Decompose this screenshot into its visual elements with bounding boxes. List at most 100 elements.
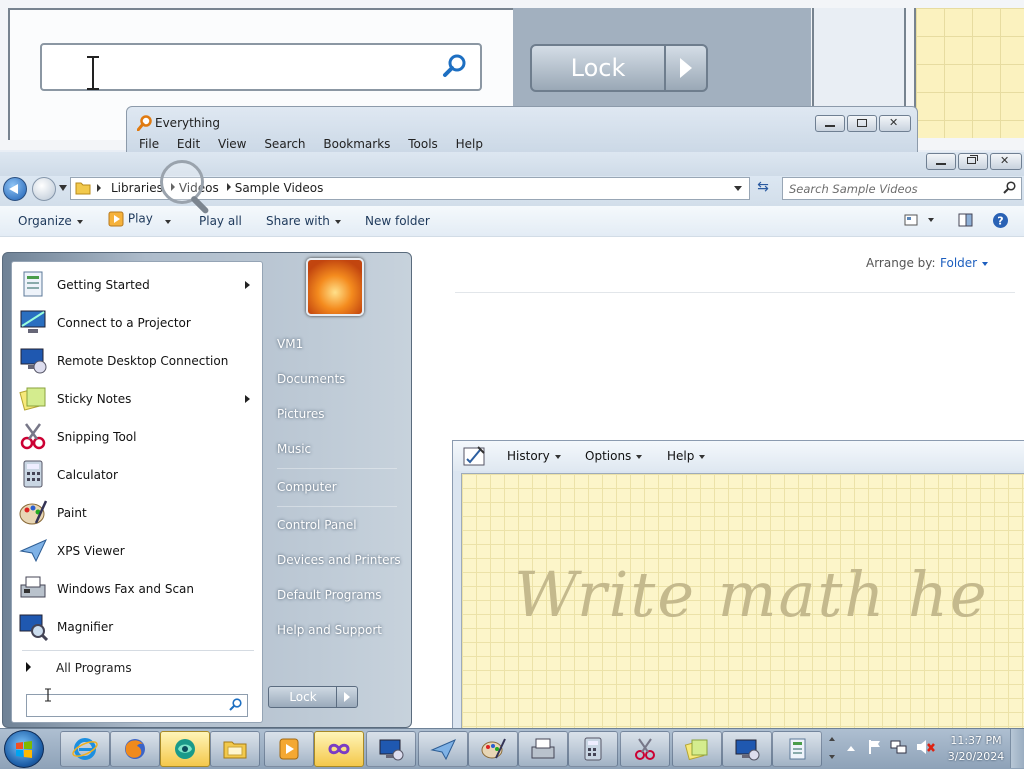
divider [22, 650, 254, 651]
arrange-by-label: Arrange by: [866, 256, 936, 270]
taskbar-infinity-app[interactable] [314, 731, 364, 767]
place-computer[interactable]: Computer [277, 480, 337, 494]
menu-tools[interactable]: Tools [408, 137, 438, 151]
close-button[interactable]: ✕ [879, 115, 911, 132]
refresh-icon[interactable]: ⇆ [752, 179, 774, 197]
taskbar-remote-desktop-2[interactable] [722, 731, 772, 767]
chevron-down-icon [165, 220, 171, 224]
calculator-icon [584, 737, 602, 761]
breadcrumb-libraries[interactable]: Libraries [111, 181, 163, 195]
paint-icon [481, 738, 506, 759]
arrange-by-dropdown[interactable]: Folder [940, 256, 989, 270]
network-icon[interactable] [890, 739, 908, 755]
taskbar-calculator[interactable] [568, 731, 618, 767]
breadcrumb-sample-videos[interactable]: Sample Videos [235, 181, 324, 195]
minimize-button[interactable] [926, 153, 956, 170]
text-cursor-icon [45, 688, 51, 702]
shutdown-options-button[interactable] [336, 686, 358, 708]
taskbar-fax-scan[interactable] [518, 731, 568, 767]
taskbar-snipping-tool[interactable] [620, 731, 670, 767]
place-music[interactable]: Music [277, 442, 311, 456]
breadcrumb-arrow-icon [226, 183, 231, 191]
menu-view[interactable]: View [218, 137, 246, 151]
share-with-button[interactable]: Share with [266, 214, 341, 228]
place-control-panel[interactable]: Control Panel [277, 518, 357, 532]
taskbar-explorer[interactable] [210, 731, 260, 767]
taskbar-remote-desktop[interactable] [366, 731, 416, 767]
taskbar-media-player[interactable] [264, 731, 314, 767]
menu-search[interactable]: Search [264, 137, 305, 151]
program-remote-desktop[interactable]: Remote Desktop Connection [16, 342, 256, 378]
help-button[interactable]: ? [992, 212, 1009, 232]
search-input[interactable]: Search Sample Videos [782, 177, 1022, 200]
menu-help[interactable]: Help [667, 449, 706, 463]
chevron-down-icon[interactable] [734, 186, 742, 191]
menu-help[interactable]: Help [456, 137, 483, 151]
show-desktop-button[interactable] [1010, 729, 1024, 768]
program-label: Sticky Notes [57, 392, 132, 406]
place-default-programs[interactable]: Default Programs [277, 588, 382, 602]
action-center-flag-icon[interactable] [868, 739, 882, 755]
taskbar-internet-explorer[interactable] [60, 731, 110, 767]
place-devices-printers[interactable]: Devices and Printers [277, 553, 401, 567]
forward-button[interactable] [32, 177, 56, 201]
zoomed-math-grid [914, 8, 1024, 138]
taskbar-getting-started[interactable] [772, 731, 822, 767]
sticky-notes-icon [19, 387, 46, 411]
views-button[interactable] [904, 212, 934, 226]
taskbar-paint[interactable] [468, 731, 518, 767]
menu-file[interactable]: File [139, 137, 159, 151]
all-programs-button[interactable]: All Programs [16, 656, 256, 680]
place-pictures[interactable]: Pictures [277, 407, 325, 421]
taskbar-xps-viewer[interactable] [418, 731, 468, 767]
everything-icon [137, 115, 152, 131]
play-all-button[interactable]: Play all [199, 214, 242, 228]
start-button[interactable] [4, 730, 44, 768]
menu-history[interactable]: History [507, 449, 561, 463]
math-writing-area[interactable]: Write math he [461, 473, 1024, 731]
zoomed-search-box [40, 43, 482, 91]
magnifier-icon [19, 614, 48, 641]
system-clock[interactable]: 11:37 PM 3/20/2024 [946, 733, 1006, 765]
preview-pane-button[interactable] [958, 213, 973, 230]
volume-muted-icon[interactable] [916, 739, 936, 755]
place-user[interactable]: VM1 [277, 337, 303, 351]
show-hidden-icons-icon[interactable] [846, 744, 856, 752]
program-label: Paint [57, 506, 87, 520]
lock-button[interactable]: Lock [268, 686, 338, 708]
new-folder-button[interactable]: New folder [365, 214, 430, 228]
view-options-icon [904, 214, 918, 225]
program-label: Connect to a Projector [57, 316, 191, 330]
program-snipping-tool[interactable]: Snipping Tool [16, 418, 256, 454]
program-sticky-notes[interactable]: Sticky Notes [16, 380, 256, 416]
program-calculator[interactable]: Calculator [16, 456, 256, 492]
taskbar-scroll-icon[interactable] [826, 731, 838, 765]
taskbar-browser[interactable] [160, 731, 210, 767]
program-getting-started[interactable]: Getting Started [16, 266, 256, 302]
program-fax-scan[interactable]: Windows Fax and Scan [16, 570, 256, 606]
close-button[interactable]: ✕ [990, 153, 1022, 170]
place-help-support[interactable]: Help and Support [277, 623, 382, 637]
user-avatar[interactable] [306, 258, 364, 316]
organize-button[interactable]: Organize [18, 214, 83, 228]
program-xps-viewer[interactable]: XPS Viewer [16, 532, 256, 568]
taskbar-firefox[interactable] [110, 731, 160, 767]
taskbar-sticky-notes[interactable] [672, 731, 722, 767]
maximize-button[interactable] [847, 115, 877, 132]
menu-bookmarks[interactable]: Bookmarks [323, 137, 390, 151]
start-search-input[interactable] [26, 694, 248, 717]
back-button[interactable] [3, 177, 27, 201]
place-documents[interactable]: Documents [277, 372, 345, 386]
program-connect-projector[interactable]: Connect to a Projector [16, 304, 256, 340]
program-paint[interactable]: Paint [16, 494, 256, 530]
recent-pages-dropdown[interactable] [59, 185, 67, 191]
menu-options[interactable]: Options [585, 449, 643, 463]
play-dropdown[interactable] [160, 214, 171, 228]
restore-button[interactable] [958, 153, 988, 170]
menu-edit[interactable]: Edit [177, 137, 200, 151]
infinity-app-icon [328, 743, 350, 755]
minimize-button[interactable] [815, 115, 845, 132]
projector-icon [20, 310, 46, 333]
play-button[interactable]: Play [108, 211, 153, 227]
program-magnifier[interactable]: Magnifier [16, 608, 256, 644]
